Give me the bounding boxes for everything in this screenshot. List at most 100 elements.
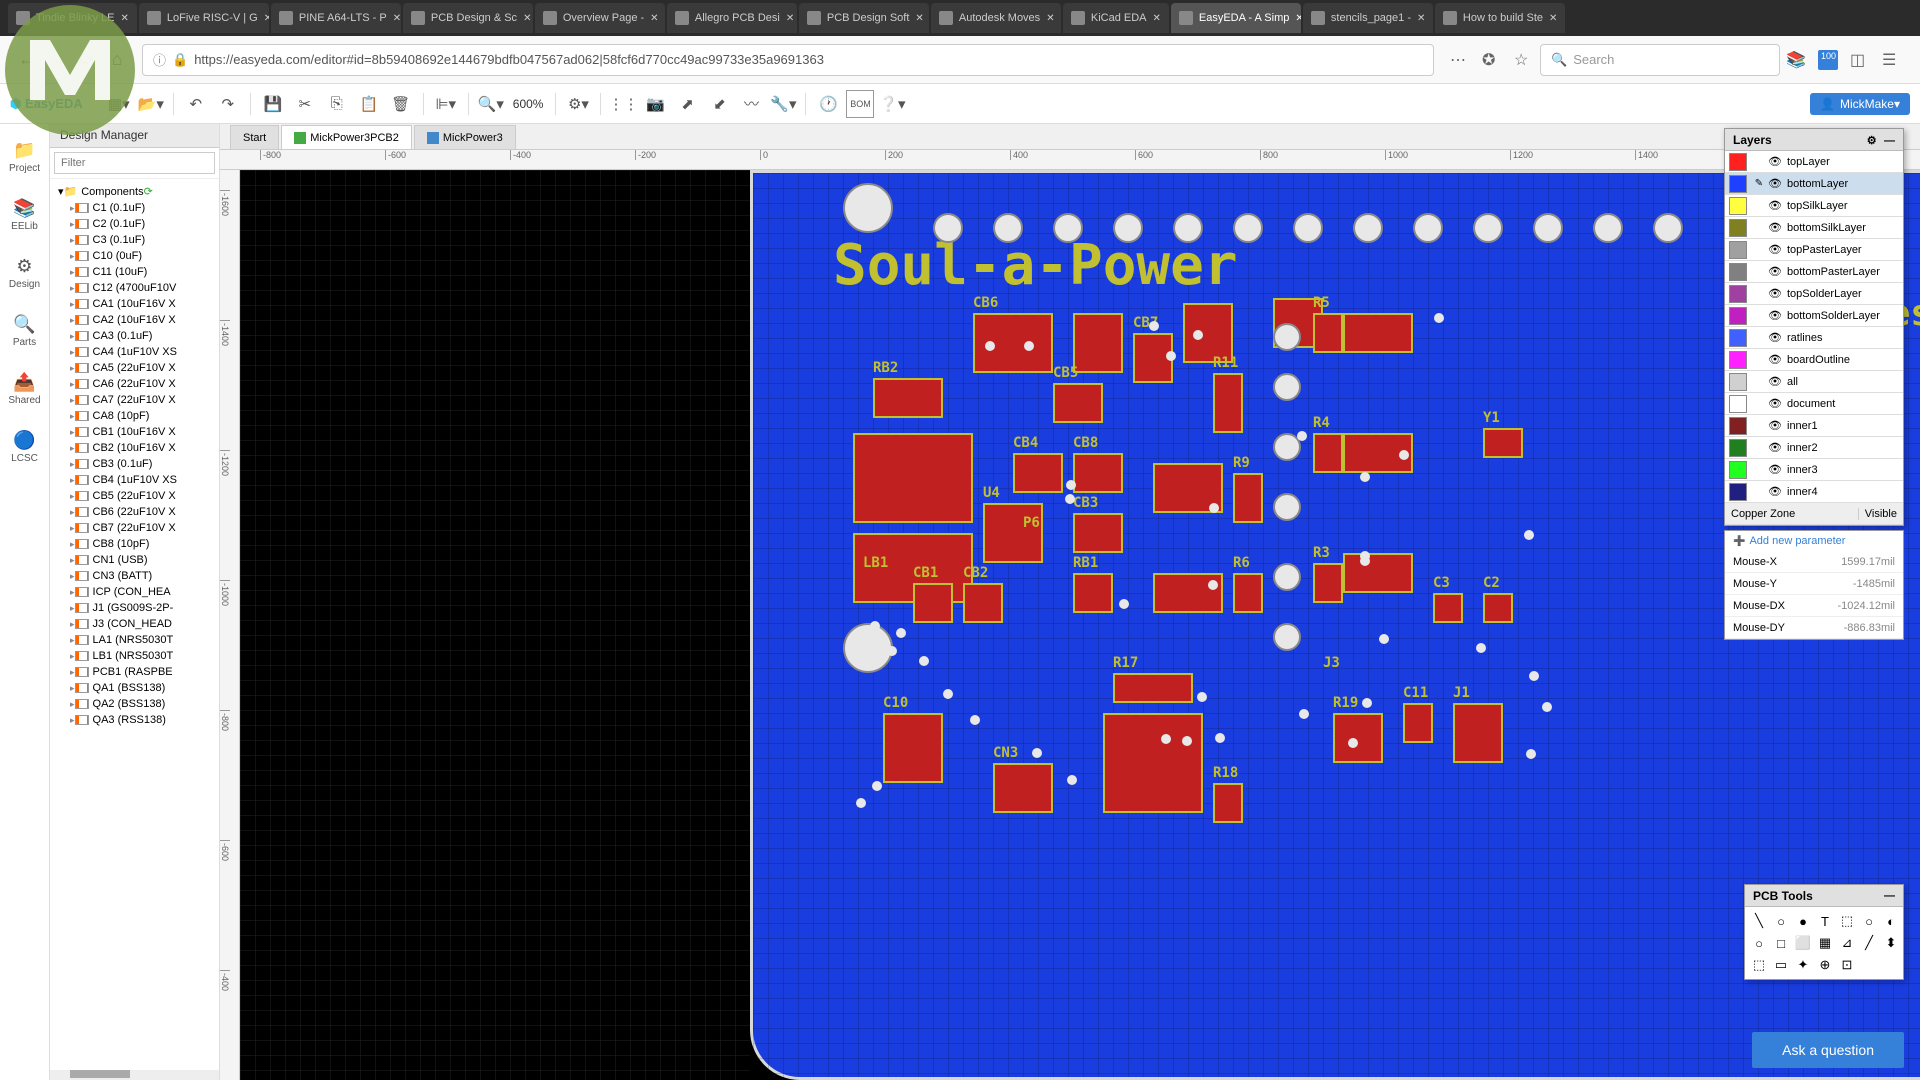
pcb-tools-header[interactable]: PCB Tools — (1745, 885, 1903, 907)
menu-icon[interactable]: ☰ (1882, 50, 1902, 70)
eye-icon[interactable]: 👁 (1767, 264, 1783, 280)
pcb-tool-button[interactable]: ⬜ (1793, 933, 1813, 953)
layer-color-swatch[interactable] (1729, 219, 1747, 237)
layer-row[interactable]: 👁inner1 (1725, 415, 1903, 437)
browser-tab[interactable]: PCB Design Soft✕ (799, 3, 929, 33)
refresh-icon[interactable]: ⟳ (144, 185, 153, 198)
pencil-icon[interactable] (1751, 242, 1767, 258)
layer-row[interactable]: 👁document (1725, 393, 1903, 415)
layer-color-swatch[interactable] (1729, 439, 1747, 457)
browser-tab[interactable]: EasyEDA - A Simp✕ (1171, 3, 1301, 33)
pencil-icon[interactable] (1751, 264, 1767, 280)
canvas-tab[interactable]: MickPower3 (414, 125, 516, 149)
layer-row[interactable]: 👁inner2 (1725, 437, 1903, 459)
export-button[interactable]: ⬈ (673, 90, 701, 118)
component-item[interactable]: ▸CA3 (0.1uF) (54, 328, 215, 344)
undo-button[interactable]: ↶ (182, 90, 210, 118)
canvas-tab[interactable]: Start (230, 125, 279, 149)
rail-item-design[interactable]: ⚙Design (5, 248, 45, 298)
pencil-icon[interactable] (1751, 220, 1767, 236)
layer-color-swatch[interactable] (1729, 285, 1747, 303)
layer-color-swatch[interactable] (1729, 373, 1747, 391)
pcb-tool-button[interactable]: ⊡ (1837, 955, 1857, 975)
component-item[interactable]: ▸CB8 (10pF) (54, 536, 215, 552)
filter-input[interactable] (54, 152, 215, 174)
pcb-tool-button[interactable]: ▦ (1815, 933, 1835, 953)
layer-color-swatch[interactable] (1729, 241, 1747, 259)
layer-color-swatch[interactable] (1729, 461, 1747, 479)
browser-tab[interactable]: How to build Ste✕ (1435, 3, 1565, 33)
search-bar[interactable]: 🔍 Search (1540, 44, 1780, 76)
pcb-tool-button[interactable]: ╱ (1859, 933, 1879, 953)
pencil-icon[interactable] (1751, 462, 1767, 478)
layer-color-swatch[interactable] (1729, 153, 1747, 171)
layers-panel-header[interactable]: Layers ⚙ — (1725, 129, 1903, 151)
save-button[interactable]: 💾 (259, 90, 287, 118)
layer-color-swatch[interactable] (1729, 197, 1747, 215)
browser-tab[interactable]: Autodesk Moves✕ (931, 3, 1061, 33)
rail-item-eelib[interactable]: 📚EELib (5, 190, 45, 240)
settings-dropdown[interactable]: ⚙▾ (564, 90, 592, 118)
close-icon[interactable]: ✕ (523, 13, 531, 24)
component-item[interactable]: ▸J3 (CON_HEAD (54, 616, 215, 632)
pencil-icon[interactable] (1751, 330, 1767, 346)
component-item[interactable]: ▸LA1 (NRS5030T (54, 632, 215, 648)
layer-color-swatch[interactable] (1729, 329, 1747, 347)
pcb-tool-button[interactable]: T (1815, 911, 1835, 931)
open-dropdown[interactable]: 📂▾ (137, 90, 165, 118)
pcb-tool-button[interactable]: ⬍ (1881, 933, 1901, 953)
cut-button[interactable]: ✂ (291, 90, 319, 118)
close-icon[interactable]: ✕ (1417, 13, 1425, 24)
component-item[interactable]: ▸CA4 (1uF10V XS (54, 344, 215, 360)
pencil-icon[interactable] (1751, 154, 1767, 170)
layer-row[interactable]: 👁bottomPasterLayer (1725, 261, 1903, 283)
browser-tab[interactable]: Allegro PCB Desi✕ (667, 3, 797, 33)
eye-icon[interactable]: 👁 (1767, 198, 1783, 214)
eye-icon[interactable]: 👁 (1767, 330, 1783, 346)
rail-item-parts[interactable]: 🔍Parts (5, 306, 45, 356)
help-dropdown[interactable]: ❔▾ (878, 90, 906, 118)
component-item[interactable]: ▸CA7 (22uF10V X (54, 392, 215, 408)
pencil-icon[interactable] (1751, 286, 1767, 302)
redo-button[interactable]: ↷ (214, 90, 242, 118)
pcb-tool-button[interactable]: ✦ (1793, 955, 1813, 975)
sidebar-icon[interactable]: ◫ (1850, 50, 1870, 70)
import-button[interactable]: ⬋ (705, 90, 733, 118)
add-parameter-button[interactable]: Add new parameter (1725, 531, 1903, 551)
bom-button[interactable]: BOM (846, 90, 874, 118)
tree-root[interactable]: ▾📁Components ⟳ (54, 183, 215, 200)
component-item[interactable]: ▸CB7 (22uF10V X (54, 520, 215, 536)
close-icon[interactable]: ✕ (915, 13, 923, 24)
eye-icon[interactable]: 👁 (1767, 242, 1783, 258)
component-item[interactable]: ▸CA1 (10uF16V X (54, 296, 215, 312)
component-item[interactable]: ▸C3 (0.1uF) (54, 232, 215, 248)
layer-color-swatch[interactable] (1729, 263, 1747, 281)
component-item[interactable]: ▸CA8 (10pF) (54, 408, 215, 424)
eye-icon[interactable]: 👁 (1767, 440, 1783, 456)
canvas-tab[interactable]: MickPower3PCB2 (281, 125, 412, 149)
pcb-tool-button[interactable]: ⊿ (1837, 933, 1857, 953)
layer-color-swatch[interactable] (1729, 483, 1747, 501)
minimize-icon[interactable]: — (1884, 890, 1895, 902)
close-icon[interactable]: ✕ (1295, 13, 1301, 24)
layer-row[interactable]: 👁topSolderLayer (1725, 283, 1903, 305)
layer-color-swatch[interactable] (1729, 351, 1747, 369)
component-item[interactable]: ▸C1 (0.1uF) (54, 200, 215, 216)
pcb-tool-button[interactable]: ◐ (1881, 911, 1901, 931)
eye-icon[interactable]: 👁 (1767, 462, 1783, 478)
eye-icon[interactable]: 👁 (1767, 374, 1783, 390)
wave-button[interactable]: 〰 (737, 90, 765, 118)
pcb-tool-button[interactable]: ╲ (1749, 911, 1769, 931)
layer-row[interactable]: 👁ratlines (1725, 327, 1903, 349)
pcb-tool-button[interactable]: ▭ (1771, 955, 1791, 975)
pencil-icon[interactable]: ✎ (1751, 176, 1767, 192)
layer-color-swatch[interactable] (1729, 175, 1747, 193)
pencil-icon[interactable] (1751, 198, 1767, 214)
bookmark-icon[interactable]: ☆ (1514, 50, 1534, 70)
more-icon[interactable]: ⋯ (1450, 50, 1470, 70)
component-item[interactable]: ▸CA2 (10uF16V X (54, 312, 215, 328)
component-item[interactable]: ▸C12 (4700uF10V (54, 280, 215, 296)
layer-color-swatch[interactable] (1729, 395, 1747, 413)
zoom-dropdown[interactable]: 🔍▾ (477, 90, 505, 118)
browser-tab[interactable]: PINE A64-LTS - P✕ (271, 3, 401, 33)
